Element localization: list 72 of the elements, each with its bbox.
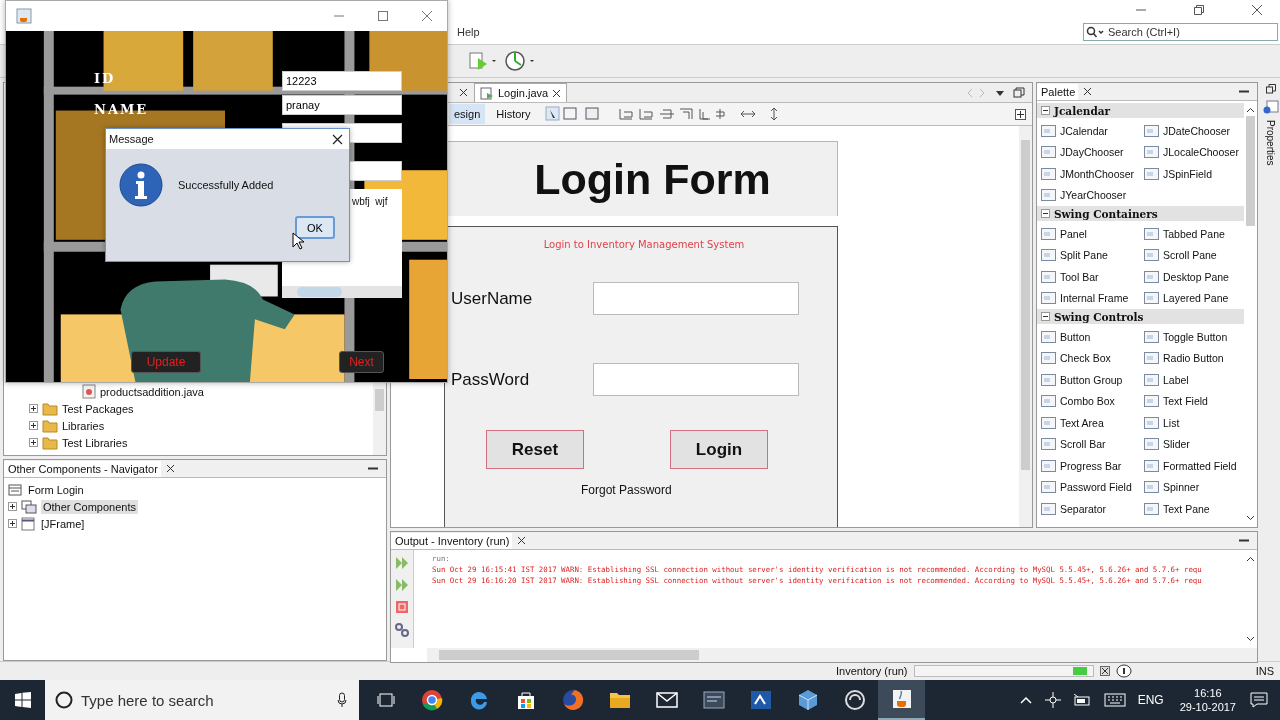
- input-field[interactable]: pranay: [282, 95, 402, 115]
- palette-item[interactable]: JLocaleChooser: [1163, 146, 1239, 159]
- form-button[interactable]: Reset: [486, 430, 584, 469]
- forgot-password-link[interactable]: Forgot Password: [581, 483, 837, 497]
- form-title: Login Form: [533, 154, 771, 204]
- field-label: NAME: [94, 102, 149, 117]
- palette-item[interactable]: Button Group: [1060, 373, 1123, 386]
- palette-item[interactable]: JSpinField: [1163, 167, 1213, 180]
- navigator-item[interactable]: [JFrame]: [39, 516, 87, 531]
- form-button[interactable]: Login: [670, 430, 768, 469]
- insert-mode: INS: [1255, 665, 1274, 677]
- palette-item[interactable]: Internal Frame: [1060, 292, 1129, 305]
- palette-item[interactable]: Separator: [1060, 502, 1107, 515]
- palette-item[interactable]: Formatted Field: [1163, 459, 1237, 472]
- view-tab[interactable]: History: [491, 104, 536, 124]
- palette-item[interactable]: Panel: [1060, 227, 1087, 240]
- output-tab[interactable]: Output - Inventory (run): [391, 532, 513, 549]
- palette-item[interactable]: JMonthChooser: [1060, 167, 1135, 180]
- palette-item[interactable]: List: [1163, 416, 1180, 429]
- palette-item[interactable]: Layered Pane: [1163, 292, 1229, 305]
- language-indicator[interactable]: ENG: [1137, 693, 1164, 707]
- palette-category[interactable]: Swing Containers: [1037, 206, 1244, 221]
- palette-item[interactable]: JYearChooser: [1060, 189, 1127, 202]
- tree-item[interactable]: productsaddition.java: [100, 385, 204, 398]
- palette-tab[interactable]: Palette: [1037, 83, 1079, 100]
- palette-item[interactable]: Combo Box: [1060, 395, 1115, 408]
- palette-item[interactable]: Scroll Pane: [1163, 249, 1217, 262]
- clock-time: 16:16: [1194, 686, 1222, 700]
- palette-category[interactable]: Jcalendar: [1037, 103, 1244, 118]
- palette-item[interactable]: Progress Bar: [1060, 459, 1122, 472]
- palette-item[interactable]: Label: [1163, 373, 1189, 386]
- field-label: UserName: [451, 288, 534, 309]
- palette-item[interactable]: JDateChooser: [1163, 124, 1231, 137]
- palette-item[interactable]: JDayChooser: [1060, 146, 1124, 159]
- search-field[interactable]: Search (Ctrl+I): [1083, 23, 1278, 41]
- palette-item[interactable]: Desktop Pane: [1163, 270, 1229, 283]
- dialog-title: Message: [109, 133, 154, 145]
- properties-tab[interactable]: Properties: [1265, 120, 1276, 166]
- palette-item[interactable]: Text Field: [1163, 395, 1208, 408]
- field-label: PassWord: [451, 369, 531, 390]
- menu-item[interactable]: Help: [457, 26, 480, 38]
- view-tab[interactable]: esign: [449, 104, 486, 124]
- palette-category[interactable]: Swing Controls: [1037, 309, 1244, 324]
- palette-item[interactable]: Password Field: [1060, 481, 1132, 494]
- palette-item[interactable]: Tabbed Pane: [1163, 227, 1225, 240]
- palette-item[interactable]: Slider: [1163, 438, 1190, 451]
- dialog-message: Successfully Added: [178, 179, 274, 191]
- field-label: ID: [94, 71, 116, 86]
- navigator-item[interactable]: Form Login: [26, 482, 86, 497]
- palette-item[interactable]: Toggle Button: [1163, 330, 1228, 343]
- input-field[interactable]: 12223: [282, 71, 402, 91]
- palette-item[interactable]: Button: [1060, 330, 1091, 343]
- navigator-tab[interactable]: Other Components - Navigator: [4, 460, 161, 477]
- palette-item[interactable]: Check Box: [1060, 352, 1111, 365]
- palette-item[interactable]: Scroll Bar: [1060, 438, 1106, 451]
- palette-item[interactable]: Tool Bar: [1060, 270, 1099, 283]
- palette-item[interactable]: Spinner: [1163, 481, 1200, 494]
- file-tab[interactable]: Login.java: [474, 83, 568, 102]
- status-task: Inventory (run): [836, 665, 908, 677]
- taskbar-search-field[interactable]: Type here to search: [45, 680, 359, 720]
- palette-item[interactable]: Text Pane: [1163, 502, 1210, 515]
- palette-item[interactable]: Radio Button: [1163, 352, 1224, 365]
- tree-item[interactable]: Test Packages: [62, 402, 134, 415]
- ok-button[interactable]: OK: [295, 216, 335, 239]
- form-subtitle: Login to Inventory Management System: [542, 239, 746, 250]
- navigator-item[interactable]: Other Components: [41, 499, 138, 514]
- tree-item[interactable]: Libraries: [62, 419, 105, 432]
- palette-item[interactable]: Text Area: [1060, 416, 1104, 429]
- palette-item[interactable]: JCalendar: [1060, 124, 1108, 137]
- clock-date: 29-10-2017: [1179, 700, 1236, 714]
- palette-item[interactable]: Split Pane: [1060, 249, 1108, 262]
- tree-item[interactable]: Test Libraries: [62, 436, 128, 449]
